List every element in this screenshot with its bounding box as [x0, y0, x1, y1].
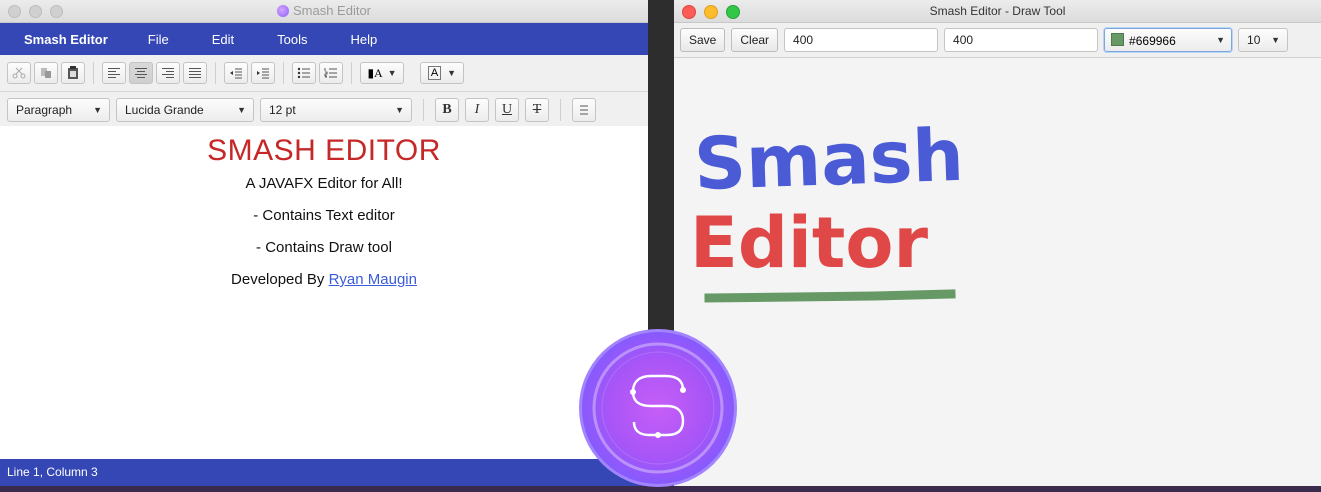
italic-button[interactable]: I	[465, 98, 489, 122]
justify-button[interactable]	[183, 62, 207, 84]
doc-heading: SMASH EDITOR	[207, 134, 441, 167]
align-center-button[interactable]	[129, 62, 153, 84]
chevron-down-icon: ▼	[395, 105, 404, 115]
doc-line: - Contains Text editor	[253, 207, 395, 224]
divider	[423, 99, 424, 121]
menu-file[interactable]: File	[136, 32, 181, 47]
divider	[283, 62, 284, 84]
draw-title: Smash Editor - Draw Tool	[929, 4, 1066, 18]
insert-hr-button[interactable]	[572, 98, 596, 122]
status-bar: Line 1, Column 3	[0, 459, 648, 486]
menu-help[interactable]: Help	[339, 32, 390, 47]
align-right-button[interactable]	[156, 62, 180, 84]
font-family-select[interactable]: Lucida Grande ▼	[116, 98, 254, 122]
canvas-height-field[interactable]: 400	[944, 28, 1099, 52]
underline-button[interactable]: U	[495, 98, 519, 122]
divider	[351, 62, 352, 84]
clear-button[interactable]: Clear	[731, 28, 779, 52]
editor-title: Smash Editor	[0, 3, 648, 18]
numbered-list-button[interactable]	[319, 62, 343, 84]
developer-link[interactable]: Ryan Maugin	[329, 271, 417, 288]
brush-size-value: 10	[1247, 33, 1261, 47]
menu-bar: Smash Editor File Edit Tools Help	[0, 23, 648, 55]
font-family-value: Lucida Grande	[125, 103, 204, 117]
numbered-list-icon	[324, 68, 337, 78]
document-area[interactable]: SMASH EDITOR A JAVAFX Editor for All! - …	[0, 126, 648, 458]
chevron-down-icon: ▼	[93, 105, 102, 115]
save-button[interactable]: Save	[680, 28, 726, 52]
clipboard-icon	[68, 66, 78, 79]
bold-button[interactable]: B	[435, 98, 459, 122]
menu-tools[interactable]: Tools	[265, 32, 319, 47]
highlight-color-button[interactable]: A ▼	[420, 62, 464, 84]
font-size-value: 12 pt	[269, 103, 296, 117]
align-left-icon	[108, 68, 120, 78]
canvas-drawing-underline	[704, 289, 956, 303]
copy-icon	[41, 68, 51, 78]
draw-titlebar: Smash Editor - Draw Tool	[674, 0, 1321, 23]
menu-app[interactable]: Smash Editor	[12, 32, 120, 47]
cut-button[interactable]	[7, 62, 31, 84]
editor-titlebar: Smash Editor	[0, 0, 648, 23]
canvas-drawing-smash: Smash	[693, 113, 965, 206]
edit-toolbar: ▮A ▼ A ▼	[0, 55, 648, 92]
format-toolbar: Paragraph ▼ Lucida Grande ▼ 12 pt ▼ B I U T	[0, 92, 648, 129]
color-picker[interactable]: #669966 ▼	[1104, 28, 1233, 52]
chevron-down-icon: ▼	[387, 68, 397, 78]
justify-icon	[189, 68, 201, 78]
editor-title-text: Smash Editor	[292, 3, 372, 18]
color-value: #669966	[1129, 33, 1176, 48]
align-center-icon	[135, 68, 147, 78]
align-right-icon	[162, 68, 174, 78]
bullet-list-icon	[297, 67, 310, 79]
text-color-icon: ▮A	[367, 65, 383, 80]
app-logo	[579, 329, 737, 487]
chevron-down-icon: ▼	[447, 68, 457, 78]
font-size-select[interactable]: 12 pt ▼	[260, 98, 412, 122]
doc-line: - Contains Draw tool	[256, 239, 392, 256]
draw-toolbar: Save Clear 400 400 #669966 ▼ 10 ▼	[674, 23, 1321, 58]
bullet-list-button[interactable]	[292, 62, 316, 84]
app-icon	[276, 5, 289, 17]
indent-button[interactable]	[251, 62, 275, 84]
outdent-button[interactable]	[224, 62, 248, 84]
align-left-button[interactable]	[102, 62, 126, 84]
editor-window: Smash Editor Smash Editor File Edit Tool…	[0, 0, 648, 486]
indent-icon	[257, 68, 269, 79]
doc-credit: Developed By Ryan Maugin	[0, 264, 648, 296]
paragraph-style-select[interactable]: Paragraph ▼	[7, 98, 110, 122]
strikethrough-button[interactable]: T	[525, 98, 549, 122]
chevron-down-icon: ▼	[237, 105, 246, 115]
text-color-button[interactable]: ▮A ▼	[360, 62, 404, 84]
menu-edit[interactable]: Edit	[200, 32, 246, 47]
canvas-width-field[interactable]: 400	[784, 28, 939, 52]
divider	[215, 62, 216, 84]
color-swatch	[1111, 32, 1125, 46]
drawing-canvas[interactable]: Smash Editor	[674, 57, 1321, 486]
credit-prefix: Developed By	[231, 271, 329, 288]
scissors-icon	[12, 67, 26, 79]
draw-window: Smash Editor - Draw Tool Save Clear 400 …	[674, 0, 1321, 486]
brush-size-select[interactable]: 10 ▼	[1238, 28, 1289, 52]
chevron-down-icon: ▼	[1216, 35, 1226, 45]
highlight-icon: A	[427, 66, 442, 80]
horizontal-rule-icon	[580, 105, 588, 115]
cursor-position: Line 1, Column 3	[7, 465, 98, 479]
paragraph-style-value: Paragraph	[16, 103, 73, 117]
chevron-down-icon: ▼	[1271, 35, 1281, 45]
logo-icon	[592, 342, 724, 474]
divider	[560, 99, 561, 121]
copy-button[interactable]	[34, 62, 58, 84]
doc-line: A JAVAFX Editor for All!	[245, 175, 403, 192]
outdent-icon	[230, 68, 242, 79]
canvas-drawing-editor: Editor	[690, 202, 928, 284]
divider	[93, 62, 94, 84]
paste-button[interactable]	[61, 62, 85, 84]
